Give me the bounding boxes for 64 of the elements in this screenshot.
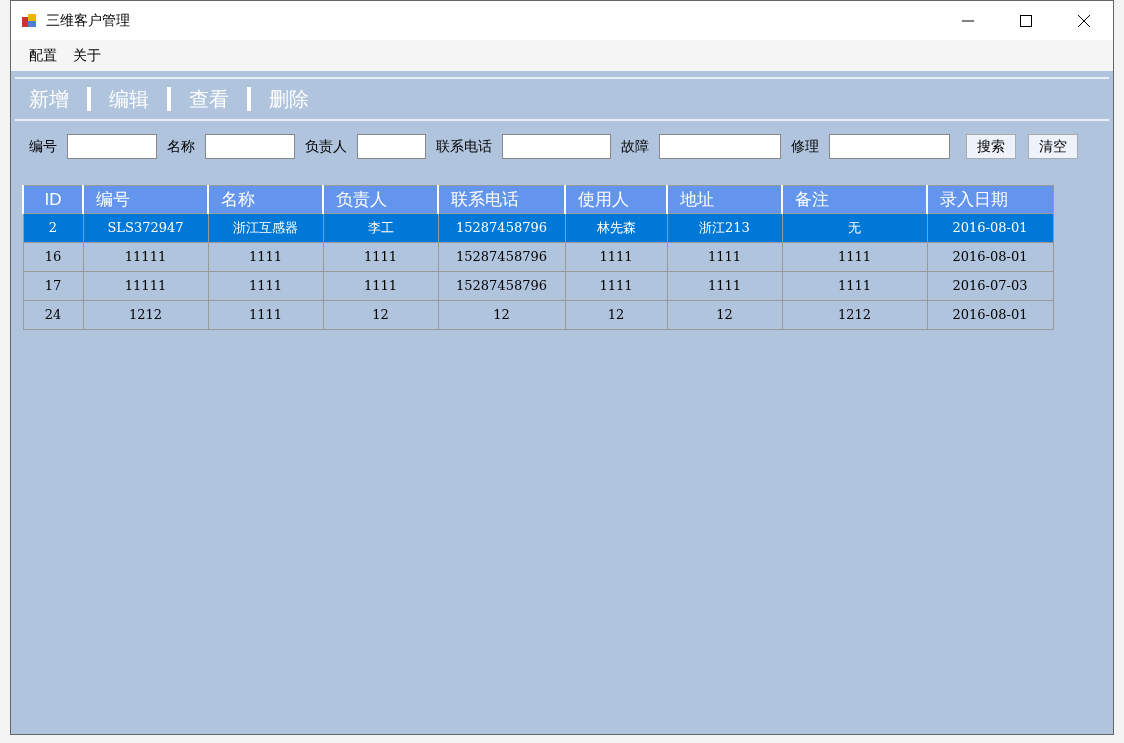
table-cell: 1111 (667, 271, 782, 301)
table-cell: 11111 (83, 242, 208, 272)
menu-item[interactable]: 关于 (65, 45, 109, 66)
table-cell: 1111 (782, 242, 927, 272)
table-cell: 1212 (83, 300, 208, 330)
close-icon (1078, 14, 1090, 27)
search-field[interactable] (502, 133, 611, 159)
field-label: 联系电话 (436, 136, 492, 156)
table-cell: 12 (667, 300, 782, 330)
table-cell: 1111 (667, 242, 782, 272)
table-cell: 15287458796 (438, 271, 565, 301)
table-cell: 17 (23, 271, 83, 301)
search-button[interactable]: 搜索 (966, 133, 1016, 159)
field-label: 名称 (167, 136, 195, 156)
table-cell: 浙江互感器 (208, 213, 323, 243)
table-cell: SLS372947 (83, 213, 208, 243)
table-cell: 16 (23, 242, 83, 272)
table-row[interactable]: 17 11111 1111 1111 15287458796 1111 1111 1111 2016-07-03 (23, 271, 1053, 301)
app-logo-icon (22, 12, 38, 29)
field-label: 编号 (29, 136, 57, 156)
table-cell: 1111 (782, 271, 927, 301)
window-title: 三维客户管理 (46, 11, 130, 30)
table-row[interactable]: 2 SLS372947 浙江互感器 李工 15287458796 林先森 浙江213 无 2016-08-01 (23, 213, 1053, 243)
search-field[interactable] (357, 133, 426, 159)
toolbar-button[interactable]: 查看 (189, 84, 229, 114)
table-cell: 12 (438, 300, 565, 330)
table-cell: 1212 (782, 300, 927, 330)
table-cell: 1111 (565, 271, 667, 301)
table-cell: 11111 (83, 271, 208, 301)
field-label: 故障 (621, 136, 649, 156)
table-cell: 2 (23, 213, 83, 243)
maximize-icon (1020, 14, 1032, 27)
table-cell: 浙江213 (667, 213, 782, 243)
table-row[interactable]: 16 11111 1111 1111 15287458796 1111 1111 1111 2016-08-01 (23, 242, 1053, 272)
table-cell: 2016-08-01 (927, 213, 1053, 243)
table-cell: 12 (565, 300, 667, 330)
table-cell: 1111 (208, 271, 323, 301)
table-cell: 2016-08-01 (927, 300, 1053, 330)
field-label: 负责人 (305, 136, 347, 156)
search-field[interactable] (67, 133, 157, 159)
search-field[interactable] (205, 133, 295, 159)
menu-item[interactable]: 配置 (21, 45, 65, 66)
table-cell: 林先森 (565, 213, 667, 243)
toolbar-button[interactable]: 删除 (269, 84, 309, 114)
table-cell: 2016-07-03 (927, 271, 1053, 301)
toolbar-button[interactable]: 新增 (29, 84, 69, 114)
table-cell: 15287458796 (438, 213, 565, 243)
table-cell: 24 (23, 300, 83, 330)
table-cell: 无 (782, 213, 927, 243)
toolbar-button[interactable]: 编辑 (109, 84, 149, 114)
table-cell: 1111 (323, 271, 438, 301)
search-field[interactable] (829, 133, 950, 159)
table-cell: 1111 (565, 242, 667, 272)
table-cell: 1111 (208, 300, 323, 330)
table-cell: 2016-08-01 (927, 242, 1053, 272)
search-button[interactable]: 清空 (1028, 133, 1078, 159)
table-cell: 12 (323, 300, 438, 330)
field-label: 修理 (791, 136, 819, 156)
table-cell: 15287458796 (438, 242, 565, 272)
table-cell: 1111 (323, 242, 438, 272)
table-cell: 1111 (208, 242, 323, 272)
search-field[interactable] (659, 133, 781, 159)
table-row[interactable]: 24 1212 1111 12 12 12 12 1212 2016-08-01 (23, 300, 1053, 330)
table-cell: 李工 (323, 213, 438, 243)
